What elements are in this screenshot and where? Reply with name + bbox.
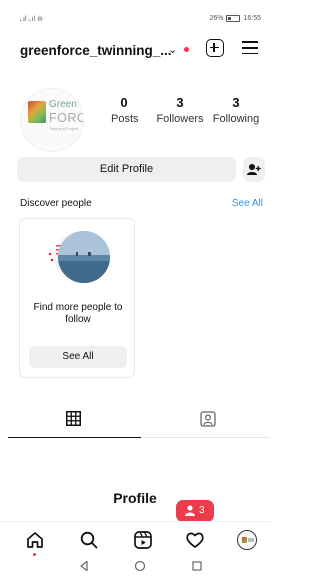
content-tabs — [8, 404, 270, 438]
add-friend-icon — [247, 164, 261, 175]
following-count: 3 — [232, 95, 240, 110]
add-friend-button[interactable] — [243, 157, 265, 182]
see-all-link[interactable]: See All — [232, 198, 263, 209]
home-circle-icon[interactable] — [134, 560, 146, 572]
heart-icon[interactable] — [185, 530, 205, 550]
clock: 16:55 — [243, 15, 261, 22]
logo-mark-icon — [28, 101, 46, 123]
new-post-icon[interactable] — [206, 39, 224, 57]
followers-notification-icon — [185, 505, 195, 516]
recents-icon[interactable] — [191, 560, 203, 572]
stat-posts: 0 Posts — [111, 95, 139, 125]
suggestion-photo — [58, 231, 110, 283]
signal-indicators: ᵢ.ıl ᵢ.ıl ⊖ — [20, 15, 43, 23]
page-title: Profile — [113, 490, 157, 506]
battery-percent: 26% — [209, 15, 224, 22]
profile-header: greenforce_twinning_... ⌄ — [0, 36, 270, 64]
logo-sub-text: Twinning Project — [49, 126, 79, 131]
profile-avatar[interactable] — [237, 530, 257, 550]
stat-following[interactable]: 3 Following — [211, 95, 261, 125]
username[interactable]: greenforce_twinning_... — [20, 43, 172, 58]
reels-icon[interactable] — [133, 530, 153, 550]
notification-count: 3 — [199, 505, 205, 516]
logo-green-text: Green — [49, 99, 77, 110]
signal-text: ᵢ.ıl ᵢ.ıl ⊖ — [20, 16, 43, 23]
bottom-navigation — [0, 521, 270, 557]
see-all-button[interactable]: See All — [29, 346, 127, 368]
chevron-down-icon[interactable]: ⌄ — [168, 43, 177, 56]
followers-label: Followers — [156, 113, 204, 125]
tab-grid[interactable] — [8, 404, 141, 438]
edit-profile-button[interactable]: Edit Profile — [17, 157, 236, 182]
grid-icon — [66, 411, 81, 426]
tagged-icon — [200, 411, 216, 427]
home-active-dot — [33, 553, 36, 556]
activity-notification-badge[interactable]: 3 — [176, 500, 214, 527]
posts-count: 0 — [120, 95, 128, 110]
menu-icon[interactable] — [242, 41, 258, 55]
followers-count: 3 — [176, 95, 184, 110]
search-icon[interactable] — [79, 530, 99, 550]
stat-followers[interactable]: 3 Followers — [155, 95, 205, 125]
home-icon[interactable] — [25, 530, 45, 550]
notification-dot-icon — [184, 47, 189, 52]
following-label: Following — [212, 113, 260, 125]
status-right: 26% 16:55 — [209, 15, 261, 22]
system-navigation — [0, 557, 270, 578]
logo-force-text: FORCE — [49, 111, 83, 125]
suggestion-card[interactable]: Find more people to follow See All — [19, 218, 135, 378]
status-bar: ᵢ.ıl ᵢ.ıl ⊖ 26% 16:55 — [0, 0, 270, 36]
avatar[interactable]: Green FORCE Twinning Project — [20, 88, 84, 152]
tab-tagged[interactable] — [141, 404, 270, 438]
back-icon[interactable] — [78, 560, 90, 572]
battery-icon — [226, 15, 241, 22]
posts-label: Posts — [111, 113, 139, 125]
discover-people-title: Discover people — [20, 198, 92, 209]
suggestion-text: Find more people to follow — [33, 302, 123, 325]
